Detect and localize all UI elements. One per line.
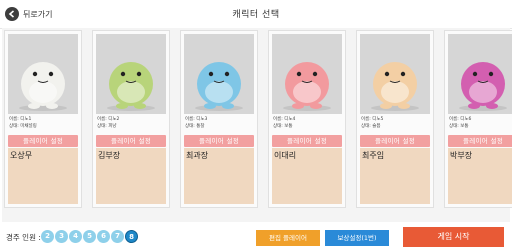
player-settings-button[interactable]: 플레이어 설정 [448,135,512,147]
character-photo [448,34,512,114]
dino-figure-icon [459,62,507,111]
player-settings-button[interactable]: 플레이어 설정 [96,135,166,147]
character-status: 상태: 피냥 [97,123,117,129]
player-name-field[interactable]: 이대리 [272,148,342,204]
character-status: 상태: 보통 [273,123,293,129]
race-count-label: 경주 인원 : [6,233,41,242]
character-card[interactable]: 이름: 디노3 상태: 통찰플레이어 설정최과장 [180,30,258,208]
character-card[interactable]: 이름: 디노2 상태: 피냥플레이어 설정김부장 [92,30,170,208]
character-card[interactable]: 이름: 디노4 상태: 보통플레이어 설정이대리 [268,30,346,208]
character-card[interactable]: 이름: 디노5 상태: 슬픔플레이어 설정최주임 [356,30,434,208]
character-card[interactable]: 이름: 디노6 상태: 보통플레이어 설정박부장 [444,30,512,208]
character-info: 이름: 디노2 상태: 피냥 [97,117,167,130]
character-status: 상태: 슬픔 [361,123,381,129]
top-bar: 뒤로가기 캐릭터 선택 [0,0,512,29]
dino-figure-icon [107,62,155,111]
race-count-option-2[interactable]: 2 [41,230,54,243]
player-name: 최과장 [186,151,209,160]
player-name: 김부장 [98,151,121,160]
dino-figure-icon [19,62,67,111]
player-name-field[interactable]: 오상무 [8,148,78,204]
player-name: 이대리 [274,151,297,160]
character-photo [184,34,254,114]
character-info: 이름: 디노4 상태: 보통 [273,117,343,130]
race-count-option-3[interactable]: 3 [55,230,68,243]
character-photo [96,34,166,114]
player-name-field[interactable]: 최주임 [360,148,430,204]
player-name-field[interactable]: 최과장 [184,148,254,204]
player-name: 박부장 [450,151,473,160]
character-card[interactable]: 이름: 디노1 상태: 미채널링플레이어 설정오상무 [4,30,82,208]
page-title: 캐릭터 선택 [232,10,280,20]
character-photo [360,34,430,114]
character-info: 이름: 디노5 상태: 슬픔 [361,117,431,130]
dino-figure-icon [283,62,331,111]
player-name: 최주임 [362,151,385,160]
character-info: 이름: 디노3 상태: 통찰 [185,117,255,130]
character-info: 이름: 디노6 상태: 보통 [449,117,512,130]
player-name: 오상무 [10,151,33,160]
race-count-option-7[interactable]: 7 [111,230,124,243]
race-count-option-8[interactable]: 8 [125,230,138,243]
race-count-selector: 2345678 [41,230,138,243]
race-count-option-4[interactable]: 4 [69,230,82,243]
character-status: 상태: 보통 [449,123,469,129]
edit-player-button[interactable]: 편집 플레이어 [256,230,320,246]
dino-figure-icon [195,62,243,111]
character-photo [8,34,78,114]
character-status: 상태: 미채널링 [9,123,37,129]
player-name-field[interactable]: 김부장 [96,148,166,204]
character-photo [272,34,342,114]
race-count-option-6[interactable]: 6 [97,230,110,243]
character-list: 이름: 디노1 상태: 미채널링 플레이어 설정 오상무 이름: 디노2 상태: 피냥 플레… [4,30,512,208]
player-name-field[interactable]: 박부장 [448,148,512,204]
player-settings-button[interactable]: 플레이어 설정 [360,135,430,147]
reward-settings-button[interactable]: 보상설정(1번) [325,230,389,246]
character-info: 이름: 디노1 상태: 미채널링 [9,117,79,130]
footer-bar: 경주 인원 : 2345678 편집 플레이어 보상설정(1번) 게임 시작 [0,224,512,250]
character-status: 상태: 통찰 [185,123,205,129]
player-settings-button[interactable]: 플레이어 설정 [8,135,78,147]
player-settings-button[interactable]: 플레이어 설정 [184,135,254,147]
dino-figure-icon [371,62,419,111]
player-settings-button[interactable]: 플레이어 설정 [272,135,342,147]
race-count-option-5[interactable]: 5 [83,230,96,243]
start-game-button[interactable]: 게임 시작 [403,227,504,247]
